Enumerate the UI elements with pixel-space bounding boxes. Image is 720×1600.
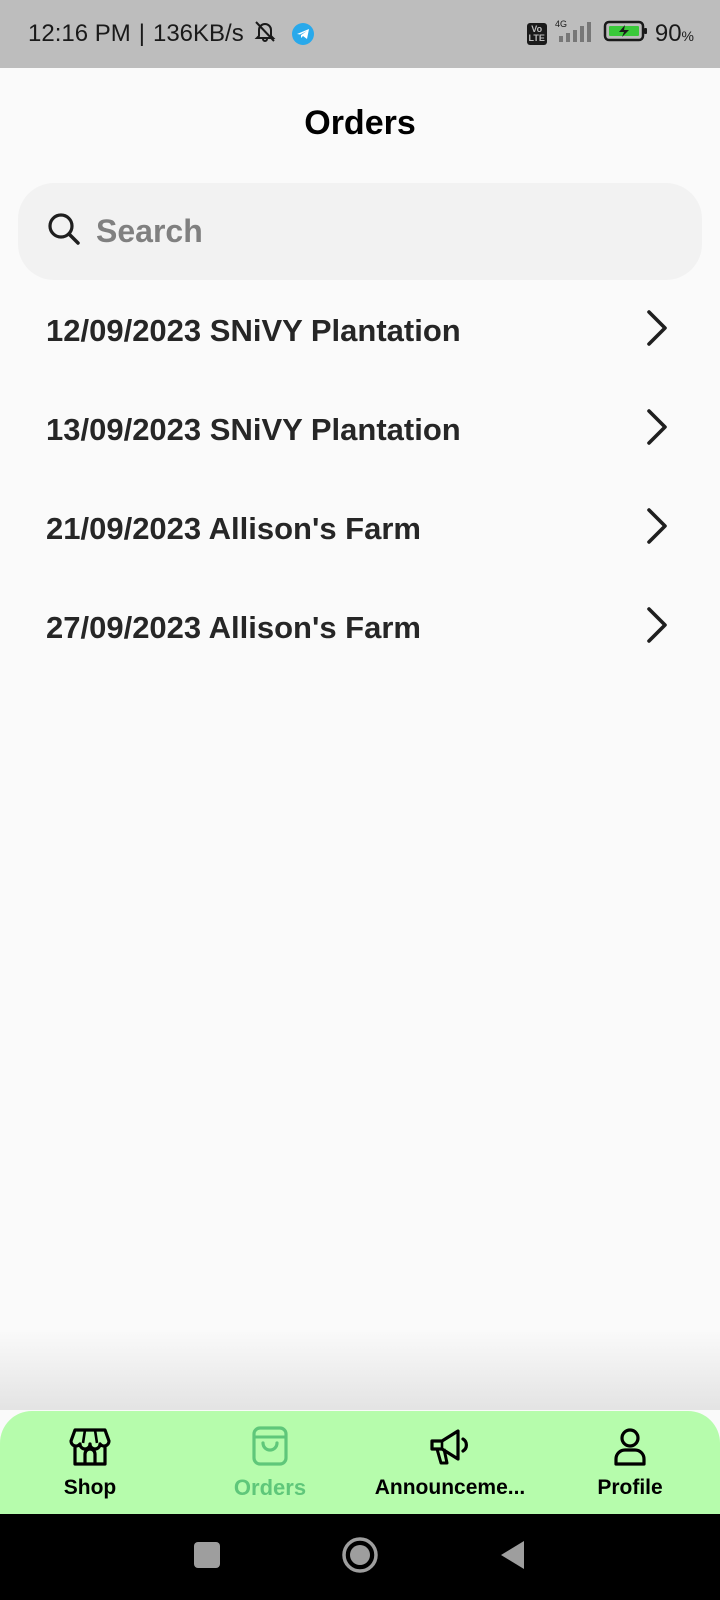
page-title: Orders [304,104,416,142]
status-bar: 12:16 PM | 136KB/s Vo LTE 4G 90% [0,0,720,68]
svg-text:4G: 4G [555,19,567,29]
battery-percent: 90% [654,20,694,47]
list-item[interactable]: 27/09/2023 Allison's Farm [0,578,720,677]
nav-item-announcements[interactable]: Announceme... [360,1411,540,1514]
megaphone-icon [428,1426,472,1474]
orders-list: 12/09/2023 SNiVY Plantation 13/09/2023 S… [0,281,720,677]
chevron-right-icon [644,408,670,451]
telegram-icon [291,23,314,45]
bell-muted-icon [252,19,278,50]
system-navigation-bar [0,1514,720,1600]
status-speed: 136KB/s [152,20,244,47]
nav-label-shop: Shop [63,1475,117,1499]
nav-label-orders: Orders [233,1474,307,1500]
nav-label-profile: Profile [597,1475,663,1499]
status-bar-left: 12:16 PM | 136KB/s [28,19,314,50]
nav-shadow [0,1330,720,1410]
shopping-bag-icon [250,1425,290,1473]
battery-icon [603,19,649,50]
list-item[interactable]: 13/09/2023 SNiVY Plantation [0,380,720,479]
status-separator: | [138,20,145,47]
search-icon [46,211,82,252]
shop-icon [68,1426,112,1474]
search-input[interactable] [96,213,656,250]
chevron-right-icon [644,606,670,649]
status-time: 12:16 PM [28,20,131,47]
order-label: 12/09/2023 SNiVY Plantation [46,312,461,348]
recents-icon[interactable] [192,1540,222,1575]
nav-item-shop[interactable]: Shop [0,1411,180,1514]
home-icon[interactable] [340,1535,380,1580]
signal-icon: 4G [553,18,597,51]
list-item[interactable]: 12/09/2023 SNiVY Plantation [0,281,720,380]
nav-item-orders[interactable]: Orders [180,1411,360,1514]
order-label: 21/09/2023 Allison's Farm [46,510,421,546]
back-icon[interactable] [498,1539,528,1576]
nav-item-profile[interactable]: Profile [540,1411,720,1514]
search-bar[interactable] [18,183,702,280]
order-label: 13/09/2023 SNiVY Plantation [46,411,461,447]
status-bar-right: Vo LTE 4G 90% [526,18,694,51]
nav-label-announcements: Announceme... [374,1475,526,1499]
bottom-nav: Shop Orders Announceme... Profile [0,1411,720,1514]
chevron-right-icon [644,507,670,550]
list-item[interactable]: 21/09/2023 Allison's Farm [0,479,720,578]
order-label: 27/09/2023 Allison's Farm [46,609,421,645]
user-icon [612,1426,648,1474]
volte-icon: Vo LTE [526,23,547,45]
chevron-right-icon [644,309,670,352]
